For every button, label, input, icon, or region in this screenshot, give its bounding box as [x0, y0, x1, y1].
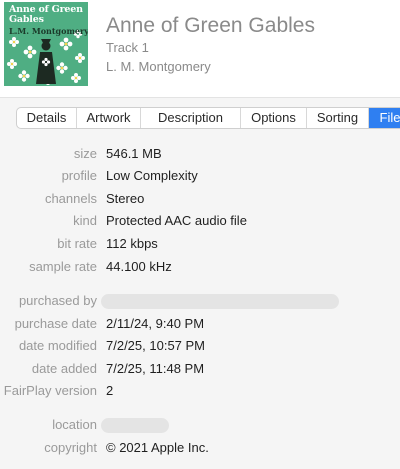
kind-value: Protected AAC audio file: [106, 213, 247, 228]
row-kind: kind Protected AAC audio file: [0, 212, 400, 230]
date-added-value: 7/2/25, 11:48 PM: [106, 361, 205, 376]
tab-bar: Details Artwork Description Options Sort…: [16, 107, 400, 129]
track-number: Track 1: [106, 40, 149, 55]
tab-artwork[interactable]: Artwork: [77, 108, 141, 128]
kind-label: kind: [73, 213, 97, 228]
row-profile: profile Low Complexity: [0, 167, 400, 185]
profile-value: Low Complexity: [106, 168, 198, 183]
channels-value: Stereo: [106, 191, 145, 206]
book-cover: Anne of Green Gables L.M. Montgomery: [4, 2, 88, 86]
copyright-value: © 2021 Apple Inc.: [106, 440, 209, 455]
row-date-modified: date modified 7/2/25, 10:57 PM: [0, 337, 400, 355]
location-redacted[interactable]: [101, 418, 169, 433]
book-title: Anne of Green Gables: [106, 14, 315, 37]
purchase-date-label: purchase date: [14, 316, 97, 331]
row-purchased-by: purchased by: [0, 292, 400, 310]
row-copyright: copyright © 2021 Apple Inc.: [0, 439, 400, 457]
size-value: 546.1 MB: [106, 146, 162, 161]
tab-options[interactable]: Options: [241, 108, 307, 128]
purchased-by-redacted: [101, 294, 339, 309]
bit-rate-label: bit rate: [57, 236, 97, 251]
purchase-date-value: 2/11/24, 9:40 PM: [106, 316, 205, 331]
date-modified-label: date modified: [18, 338, 97, 353]
date-added-label: date added: [31, 361, 97, 376]
date-modified-value: 7/2/25, 10:57 PM: [106, 338, 206, 353]
cover-author: L.M. Montgomery: [9, 26, 88, 36]
header: Anne of Green Gables L.M. Montgomery Ann…: [0, 0, 400, 97]
row-date-added: date added 7/2/25, 11:48 PM: [0, 360, 400, 378]
size-label: size: [73, 146, 97, 161]
cover-title-line2: Gables: [9, 14, 44, 25]
copyright-label: copyright: [44, 440, 97, 455]
cover-title: Anne of Green Gables: [9, 5, 87, 25]
sample-rate-value: 44.100 kHz: [106, 259, 172, 274]
row-channels: channels Stereo: [0, 190, 400, 208]
row-location: location: [0, 416, 400, 434]
location-label: location: [52, 417, 97, 432]
tab-file[interactable]: File: [369, 108, 400, 128]
tab-sorting[interactable]: Sorting: [307, 108, 369, 128]
tab-details[interactable]: Details: [17, 108, 77, 128]
tab-description[interactable]: Description: [141, 108, 241, 128]
fairplay-version-label: FairPlay version: [3, 383, 97, 398]
artist-name: L. M. Montgomery: [106, 59, 211, 74]
row-sample-rate: sample rate 44.100 kHz: [0, 258, 400, 276]
fairplay-version-value: 2: [106, 383, 114, 398]
channels-label: channels: [44, 191, 97, 206]
bit-rate-value: 112 kbps: [106, 236, 158, 251]
row-size: size 546.1 MB: [0, 145, 400, 163]
row-bit-rate: bit rate 112 kbps: [0, 235, 400, 253]
profile-label: profile: [61, 168, 97, 183]
row-purchase-date: purchase date 2/11/24, 9:40 PM: [0, 315, 400, 333]
sample-rate-label: sample rate: [29, 259, 97, 274]
purchased-by-label: purchased by: [18, 293, 97, 308]
row-fairplay-version: FairPlay version 2: [0, 382, 400, 400]
